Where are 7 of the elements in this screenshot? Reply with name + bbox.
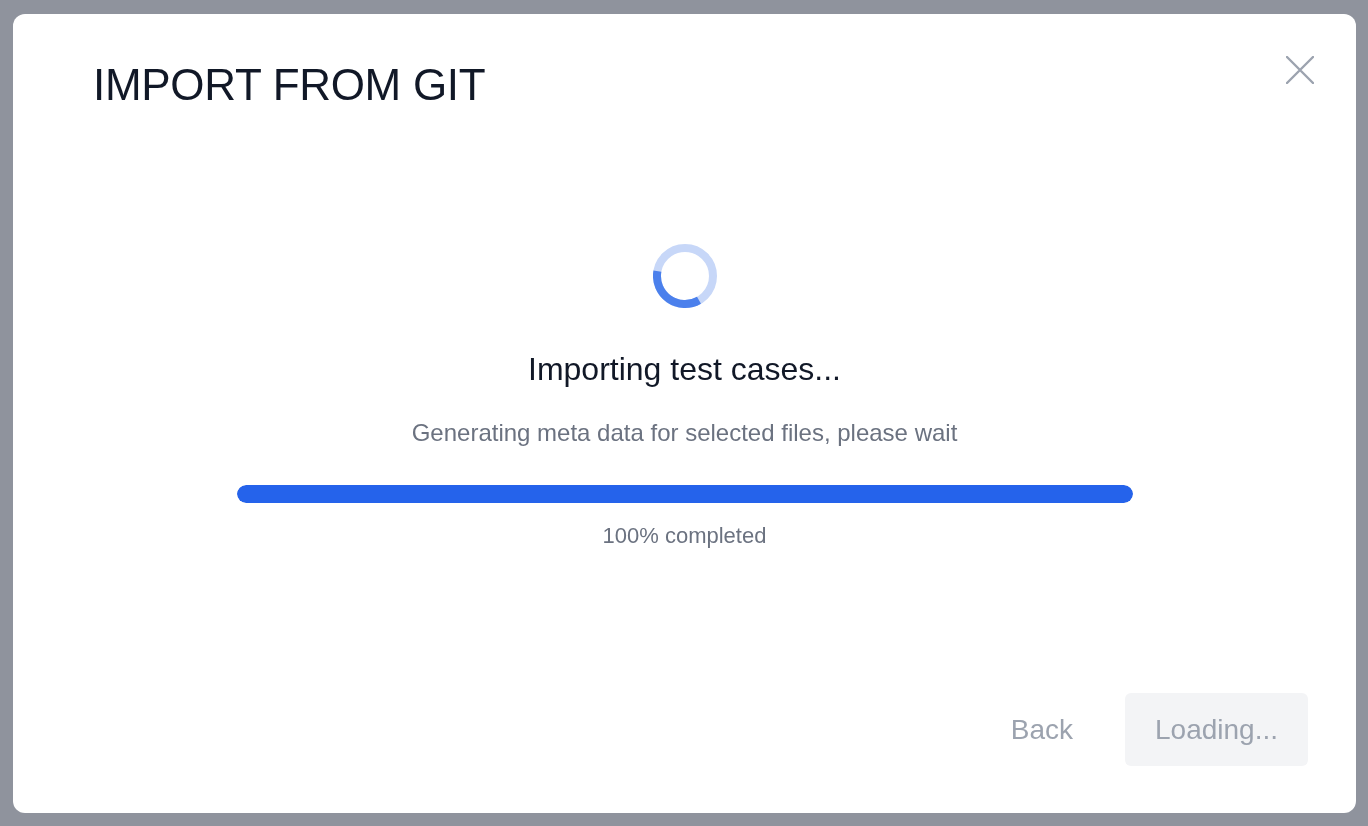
spinner-icon [652,244,717,308]
progress-reading: 100% completed [602,522,767,550]
progress-message: Generating meta data for selected files, please wait [411,418,958,448]
close-button[interactable] [1286,56,1314,84]
dialog-title: IMPORT FROM GIT [93,59,486,111]
progress-heading: Importing test cases... [528,350,841,389]
close-icon [1286,56,1314,84]
